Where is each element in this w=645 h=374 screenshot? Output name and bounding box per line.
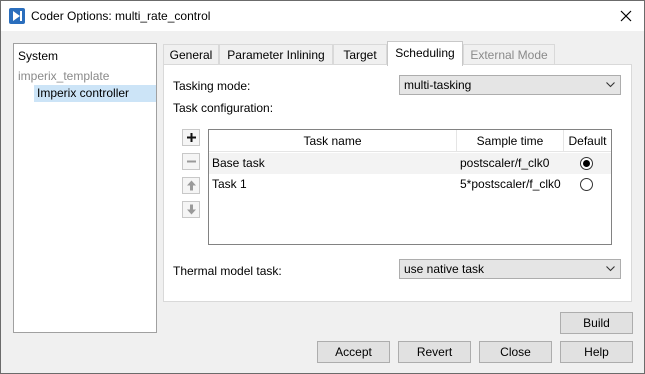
tasking-mode-value: multi-tasking [404, 78, 472, 92]
thermal-model-value: use native task [404, 262, 485, 276]
task-name-cell[interactable]: Task 1 [212, 177, 247, 191]
table-row[interactable]: Base task postscaler/f_clk0 [209, 153, 611, 174]
add-task-button[interactable] [182, 129, 200, 146]
task-config-label: Task configuration: [173, 101, 274, 115]
column-header-default[interactable]: Default [564, 130, 611, 152]
options-tree: System imperix_template Imperix controll… [13, 43, 157, 333]
title-bar: Coder Options: multi_rate_control [1, 1, 644, 31]
thermal-model-label: Thermal model task: [173, 264, 282, 278]
scheduling-panel: Tasking mode: multi-tasking Task configu… [163, 64, 632, 302]
table-row[interactable]: Task 1 5*postscaler/f_clk0 [209, 174, 611, 195]
column-header-sample-time[interactable]: Sample time [457, 130, 564, 152]
add-icon [187, 133, 196, 142]
sample-time-cell[interactable]: 5*postscaler/f_clk0 [460, 177, 561, 191]
simulink-play-icon [9, 8, 25, 24]
tree-item-imperix-controller[interactable]: Imperix controller [34, 85, 156, 102]
radio-dot [583, 160, 590, 167]
accept-button[interactable]: Accept [317, 341, 390, 363]
chevron-down-icon [606, 82, 615, 88]
tab-external-mode: External Mode [463, 44, 555, 65]
column-header-task-name[interactable]: Task name [209, 130, 457, 152]
remove-task-button[interactable] [182, 153, 200, 170]
tab-general[interactable]: General [163, 44, 219, 65]
move-down-icon [187, 204, 196, 215]
remove-icon [187, 160, 196, 163]
default-radio[interactable] [580, 178, 593, 191]
move-up-button[interactable] [182, 177, 200, 194]
move-up-icon [187, 180, 196, 191]
tasking-mode-select[interactable]: multi-tasking [399, 75, 621, 95]
help-button[interactable]: Help [560, 341, 633, 363]
thermal-model-select[interactable]: use native task [399, 259, 621, 279]
window-title: Coder Options: multi_rate_control [31, 9, 211, 23]
sample-time-cell[interactable]: postscaler/f_clk0 [460, 156, 549, 170]
task-table: Task name Sample time Default Base task … [208, 129, 612, 245]
tab-target[interactable]: Target [333, 44, 387, 65]
tree-item-imperix-template[interactable]: imperix_template [18, 69, 109, 83]
tab-parameter-inlining[interactable]: Parameter Inlining [219, 44, 333, 65]
tree-item-system[interactable]: System [18, 49, 58, 63]
tasking-mode-label: Tasking mode: [173, 79, 251, 93]
tab-scheduling[interactable]: Scheduling [387, 41, 463, 66]
default-radio-selected[interactable] [580, 157, 593, 170]
build-button[interactable]: Build [560, 312, 633, 334]
coder-options-dialog: Coder Options: multi_rate_control System… [0, 0, 645, 374]
revert-button[interactable]: Revert [398, 341, 471, 363]
chevron-down-icon [606, 266, 615, 272]
close-icon[interactable] [616, 6, 636, 26]
task-name-cell[interactable]: Base task [212, 156, 265, 170]
move-down-button[interactable] [182, 201, 200, 218]
close-button[interactable]: Close [479, 341, 552, 363]
